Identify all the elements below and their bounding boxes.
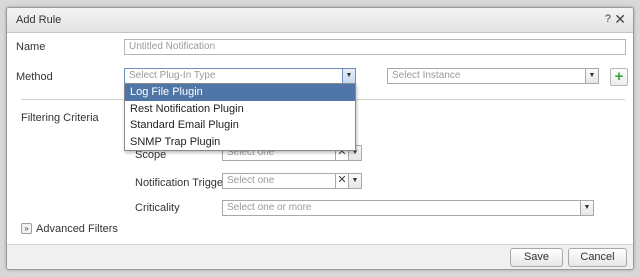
trigger-placeholder: Select one	[227, 175, 275, 186]
plugin-type-dropdown: Log File Plugin Rest Notification Plugin…	[124, 83, 356, 151]
dialog-footer: Save Cancel	[7, 244, 633, 269]
filtering-criteria-label: Filtering Criteria	[21, 112, 99, 124]
criticality-select[interactable]: Select one or more ▼	[222, 200, 594, 216]
instance-select[interactable]: Select Instance ▼	[387, 68, 599, 84]
save-button[interactable]: Save	[510, 248, 563, 267]
double-chevron-down-icon[interactable]: »	[21, 223, 32, 234]
dropdown-option-snmp-trap[interactable]: SNMP Trap Plugin	[125, 134, 355, 151]
dropdown-option-log-file[interactable]: Log File Plugin	[125, 84, 355, 101]
instance-placeholder: Select Instance	[392, 70, 461, 81]
chevron-down-icon[interactable]: ▼	[348, 174, 361, 188]
dialog-title: Add Rule	[16, 14, 62, 26]
chevron-down-icon[interactable]: ▼	[585, 69, 598, 83]
notification-trigger-label: Notification Trigger	[135, 177, 227, 189]
plus-icon: +	[614, 68, 624, 85]
clear-x-icon[interactable]: ✕	[335, 174, 348, 188]
plugin-type-placeholder: Select Plug-In Type	[129, 70, 216, 81]
chevron-down-icon[interactable]: ▼	[342, 69, 355, 83]
criticality-placeholder: Select one or more	[227, 202, 312, 213]
add-rule-dialog: Add Rule ? ✕ Name Untitled Notification …	[6, 7, 634, 270]
dropdown-option-rest-notification[interactable]: Rest Notification Plugin	[125, 101, 355, 118]
dialog-titlebar: Add Rule ? ✕	[7, 8, 633, 33]
name-input[interactable]: Untitled Notification	[124, 39, 626, 55]
notification-trigger-select[interactable]: Select one ✕ ▼	[222, 173, 362, 189]
name-label: Name	[16, 41, 46, 53]
method-label: Method	[16, 71, 53, 83]
plugin-type-select[interactable]: Select Plug-In Type ▼	[124, 68, 356, 84]
cancel-button[interactable]: Cancel	[568, 248, 627, 267]
help-icon[interactable]: ?	[605, 13, 611, 25]
chevron-down-icon[interactable]: ▼	[580, 201, 593, 215]
add-instance-button[interactable]: +	[610, 68, 628, 86]
criticality-label: Criticality	[135, 202, 180, 214]
close-icon[interactable]: ✕	[614, 11, 626, 27]
dropdown-option-standard-email[interactable]: Standard Email Plugin	[125, 117, 355, 134]
advanced-filters-toggle[interactable]: Advanced Filters	[36, 223, 118, 235]
